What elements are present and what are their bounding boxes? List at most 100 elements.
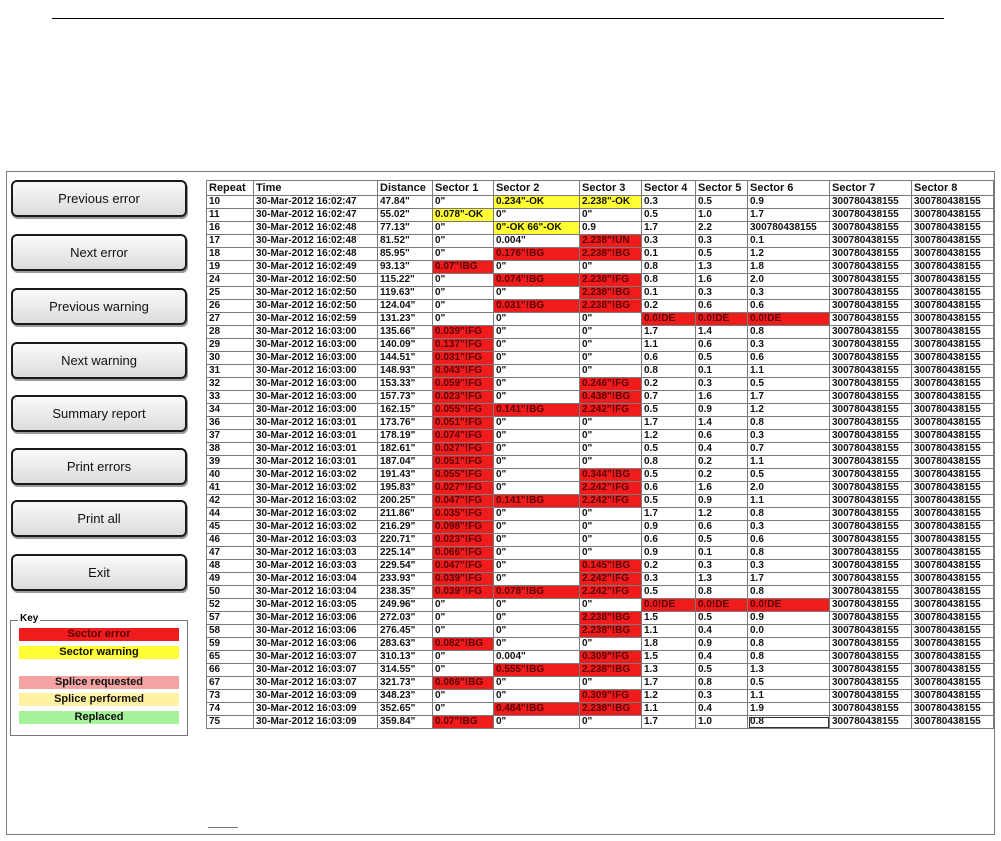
- table-cell[interactable]: 300780438155: [911, 260, 994, 274]
- table-cell[interactable]: 0": [579, 533, 642, 547]
- table-cell[interactable]: 300780438155: [829, 572, 912, 586]
- table-cell[interactable]: 0.8: [747, 325, 830, 339]
- table-cell[interactable]: 0.6: [695, 299, 748, 313]
- table-cell[interactable]: 0.8: [641, 260, 696, 274]
- table-cell[interactable]: 30-Mar-2012 16:03:01: [253, 455, 378, 469]
- table-row[interactable]: 57 30-Mar-2012 16:03:06 272.03" 0" 0" 2.238"!…: [206, 611, 994, 625]
- table-cell[interactable]: 0": [432, 221, 494, 235]
- table-cell[interactable]: 2.238"!BG: [579, 247, 642, 261]
- table-row[interactable]: 26 30-Mar-2012 16:02:50 124.04" 0" 0.031"!BG…: [206, 299, 994, 313]
- table-cell[interactable]: 30-Mar-2012 16:03:00: [253, 351, 378, 365]
- table-cell[interactable]: 300780438155: [829, 637, 912, 651]
- table-row[interactable]: 73 30-Mar-2012 16:03:09 348.23" 0" 0" 0.309"!…: [206, 689, 994, 703]
- table-cell[interactable]: 42: [206, 494, 254, 508]
- table-cell[interactable]: 0.344"!BG: [579, 468, 642, 482]
- table-cell[interactable]: 300780438155: [911, 364, 994, 378]
- table-cell[interactable]: 0.023"!FG: [432, 533, 494, 547]
- table-cell[interactable]: 31: [206, 364, 254, 378]
- table-cell[interactable]: 74: [206, 702, 254, 716]
- table-cell[interactable]: 0.004": [493, 234, 580, 248]
- table-cell[interactable]: 300780438155: [829, 351, 912, 365]
- table-cell[interactable]: 0": [579, 507, 642, 521]
- table-cell[interactable]: 300780438155: [829, 221, 912, 235]
- table-cell[interactable]: 249.96": [377, 598, 433, 612]
- table-cell[interactable]: 300780438155: [911, 494, 994, 508]
- table-cell[interactable]: 93.13": [377, 260, 433, 274]
- table-cell[interactable]: 140.09": [377, 338, 433, 352]
- table-cell[interactable]: 0": [432, 650, 494, 664]
- table-cell[interactable]: 47: [206, 546, 254, 560]
- table-cell[interactable]: 16: [206, 221, 254, 235]
- table-cell[interactable]: 300780438155: [829, 442, 912, 456]
- table-cell[interactable]: 0.234"-OK: [493, 195, 580, 209]
- summary-report-button[interactable]: Summary report: [11, 395, 187, 432]
- table-cell[interactable]: 0.309"!FG: [579, 650, 642, 664]
- table-cell[interactable]: 300780438155: [911, 533, 994, 547]
- table-cell[interactable]: 211.86": [377, 507, 433, 521]
- table-cell[interactable]: 300780438155: [911, 429, 994, 443]
- table-cell[interactable]: 0": [579, 325, 642, 339]
- table-cell[interactable]: 17: [206, 234, 254, 248]
- table-cell[interactable]: 0": [493, 507, 580, 521]
- column-header[interactable]: Sector 6: [747, 180, 830, 196]
- table-cell[interactable]: 0.9: [747, 195, 830, 209]
- table-cell[interactable]: 1.8: [641, 637, 696, 651]
- table-cell[interactable]: 0.555"!BG: [493, 663, 580, 677]
- table-cell[interactable]: 0": [432, 195, 494, 209]
- table-cell[interactable]: 0.004": [493, 650, 580, 664]
- table-cell[interactable]: 300780438155: [829, 390, 912, 404]
- table-cell[interactable]: 300780438155: [829, 299, 912, 313]
- table-cell[interactable]: 300780438155: [829, 455, 912, 469]
- column-header[interactable]: Sector 5: [695, 180, 748, 196]
- table-cell[interactable]: 30-Mar-2012 16:03:02: [253, 494, 378, 508]
- table-cell[interactable]: 0.246"!FG: [579, 377, 642, 391]
- table-row[interactable]: 32 30-Mar-2012 16:03:00 153.33" 0.059"!FG 0"…: [206, 377, 994, 391]
- table-cell[interactable]: 0.0!DE: [641, 598, 696, 612]
- table-cell[interactable]: 0.9: [579, 221, 642, 235]
- table-cell[interactable]: 300780438155: [829, 494, 912, 508]
- table-cell[interactable]: 300780438155: [829, 533, 912, 547]
- table-cell[interactable]: 30-Mar-2012 16:02:47: [253, 208, 378, 222]
- table-cell[interactable]: 300780438155: [911, 481, 994, 495]
- table-cell[interactable]: 2.238"!BG: [579, 611, 642, 625]
- table-cell[interactable]: 300780438155: [829, 650, 912, 664]
- table-cell[interactable]: 0.3: [747, 286, 830, 300]
- table-cell[interactable]: 0": [579, 715, 642, 729]
- table-cell[interactable]: 0": [493, 364, 580, 378]
- table-cell[interactable]: 300780438155: [911, 663, 994, 677]
- table-cell[interactable]: 30-Mar-2012 16:02:50: [253, 273, 378, 287]
- table-cell[interactable]: 0": [579, 364, 642, 378]
- table-cell[interactable]: 0": [493, 312, 580, 326]
- table-cell[interactable]: 1.1: [747, 494, 830, 508]
- table-cell[interactable]: 0.9: [695, 637, 748, 651]
- table-cell[interactable]: 2.238"!UN: [579, 234, 642, 248]
- table-cell[interactable]: 0": [493, 598, 580, 612]
- table-row[interactable]: 67 30-Mar-2012 16:03:07 321.73" 0.086"!BG 0"…: [206, 676, 994, 690]
- table-cell[interactable]: 0": [493, 442, 580, 456]
- table-cell[interactable]: 300780438155: [911, 351, 994, 365]
- table-cell[interactable]: 1.1: [641, 624, 696, 638]
- table-cell[interactable]: 300780438155: [829, 338, 912, 352]
- table-cell[interactable]: 2.242"!FG: [579, 494, 642, 508]
- table-cell[interactable]: 300780438155: [829, 702, 912, 716]
- table-cell[interactable]: 1.4: [695, 416, 748, 430]
- table-cell[interactable]: 0.078"-OK: [432, 208, 494, 222]
- table-cell[interactable]: 30-Mar-2012 16:03:04: [253, 585, 378, 599]
- table-row[interactable]: 16 30-Mar-2012 16:02:48 77.13" 0" 0"-OK 66"-…: [206, 221, 994, 235]
- table-cell[interactable]: 1.7: [641, 221, 696, 235]
- table-cell[interactable]: 10: [206, 195, 254, 209]
- table-cell[interactable]: 0.5: [747, 377, 830, 391]
- table-cell[interactable]: 135.66": [377, 325, 433, 339]
- table-cell[interactable]: 0": [493, 208, 580, 222]
- table-row[interactable]: 41 30-Mar-2012 16:03:02 195.83" 0.027"!FG 0"…: [206, 481, 994, 495]
- table-cell[interactable]: 300780438155: [911, 702, 994, 716]
- table-cell[interactable]: 0.3: [695, 286, 748, 300]
- table-cell[interactable]: 66: [206, 663, 254, 677]
- table-cell[interactable]: 0": [493, 546, 580, 560]
- table-cell[interactable]: 0.1: [695, 546, 748, 560]
- table-row[interactable]: 11 30-Mar-2012 16:02:47 55.02" 0.078"-OK 0" 0…: [206, 208, 994, 222]
- table-cell[interactable]: 0.051"!FG: [432, 416, 494, 430]
- table-cell[interactable]: 0.082"!BG: [432, 637, 494, 651]
- table-row[interactable]: 46 30-Mar-2012 16:03:03 220.71" 0.023"!FG 0"…: [206, 533, 994, 547]
- table-cell[interactable]: 0.8: [747, 546, 830, 560]
